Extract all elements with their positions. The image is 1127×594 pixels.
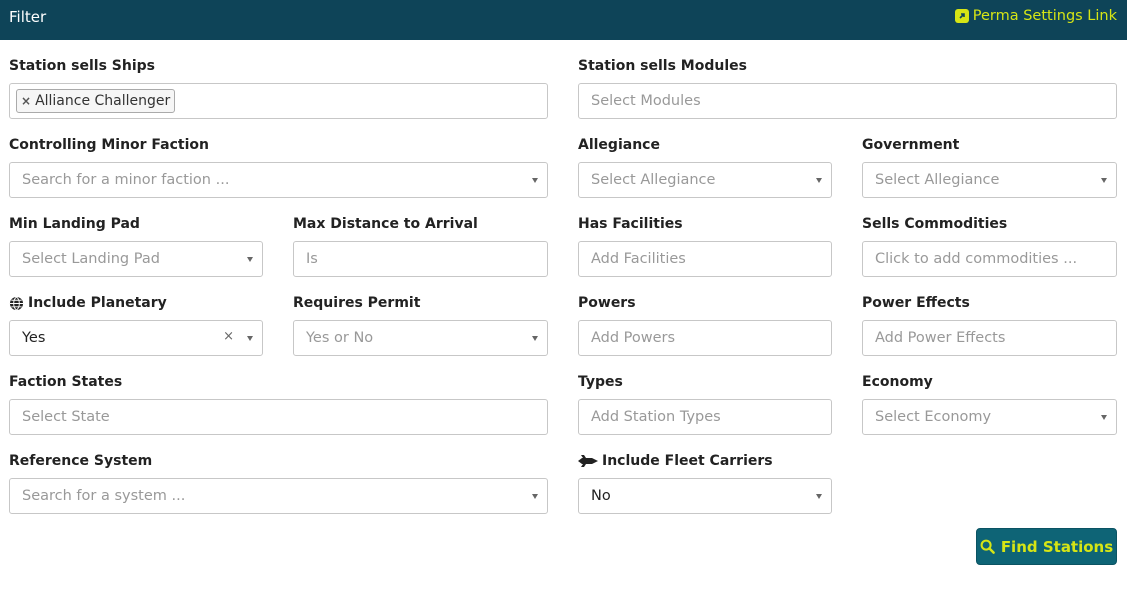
fleet-carriers-value: No [591,488,611,504]
planetary-select[interactable]: Yes × [9,320,263,356]
search-icon [980,539,995,554]
chevron-down-icon [816,494,822,499]
selected-ship-label: Alliance Challenger [35,93,171,109]
facilities-placeholder: Add Facilities [591,251,686,267]
planetary-value: Yes [22,330,46,346]
external-link-icon [954,9,969,23]
remove-tag-icon[interactable]: × [21,94,31,108]
economy-select[interactable]: Select Economy [862,399,1117,435]
powers-placeholder: Add Powers [591,330,676,346]
commodities-placeholder: Click to add commodities ... [875,251,1078,267]
chevron-down-icon [1101,415,1107,420]
reference-system-select[interactable]: Search for a system ... [9,478,548,514]
power-effects-placeholder: Add Power Effects [875,330,1006,346]
planetary-label-text: Include Planetary [28,295,167,311]
economy-label: Economy [862,374,933,390]
globe-icon [9,296,24,311]
economy-placeholder: Select Economy [875,409,992,425]
find-stations-button[interactable]: Find Stations [976,528,1117,565]
reference-system-label: Reference System [9,453,153,469]
permit-placeholder: Yes or No [306,330,374,346]
minor-faction-placeholder: Search for a minor faction ... [22,172,230,188]
power-effects-select[interactable]: Add Power Effects [862,320,1117,356]
landing-pad-select[interactable]: Select Landing Pad [9,241,263,277]
chevron-down-icon [532,336,538,341]
allegiance-label: Allegiance [578,137,660,153]
government-label: Government [862,137,960,153]
max-distance-input[interactable]: Is [293,241,548,277]
permit-select[interactable]: Yes or No [293,320,548,356]
ships-select[interactable]: × Alliance Challenger [9,83,548,119]
landing-pad-placeholder: Select Landing Pad [22,251,160,267]
fleet-carriers-select[interactable]: No [578,478,832,514]
max-distance-label: Max Distance to Arrival [293,216,478,232]
minor-faction-label: Controlling Minor Faction [9,137,209,153]
chevron-down-icon [247,257,253,262]
powers-select[interactable]: Add Powers [578,320,832,356]
filter-title: Filter [9,8,47,26]
faction-states-select[interactable]: Select State [9,399,548,435]
permit-label: Requires Permit [293,295,421,311]
perma-settings-link-label: Perma Settings Link [972,8,1117,24]
planetary-label: Include Planetary [9,295,167,311]
commodities-select[interactable]: Click to add commodities ... [862,241,1117,277]
chevron-down-icon [816,178,822,183]
fleet-carriers-label: Include Fleet Carriers [578,453,773,469]
faction-states-placeholder: Select State [22,409,110,425]
fleet-carriers-label-text: Include Fleet Carriers [602,453,773,469]
powers-label: Powers [578,295,636,311]
selected-ship-tag: × Alliance Challenger [16,89,176,113]
power-effects-label: Power Effects [862,295,970,311]
perma-settings-link[interactable]: Perma Settings Link [954,8,1117,24]
facilities-label: Has Facilities [578,216,683,232]
filter-header: Filter Perma Settings Link [0,0,1127,40]
chevron-down-icon [532,494,538,499]
modules-placeholder: Select Modules [591,93,701,109]
reference-system-placeholder: Search for a system ... [22,488,186,504]
allegiance-select[interactable]: Select Allegiance [578,162,832,198]
types-placeholder: Add Station Types [591,409,721,425]
ships-label: Station sells Ships [9,58,156,74]
find-stations-label: Find Stations [1000,537,1114,556]
facilities-select[interactable]: Add Facilities [578,241,832,277]
commodities-label: Sells Commodities [862,216,1008,232]
types-label: Types [578,374,623,390]
faction-states-label: Faction States [9,374,123,390]
types-select[interactable]: Add Station Types [578,399,832,435]
modules-select[interactable]: Select Modules [578,83,1117,119]
max-distance-placeholder: Is [306,251,318,267]
government-placeholder: Select Allegiance [875,172,1000,188]
minor-faction-select[interactable]: Search for a minor faction ... [9,162,548,198]
fleet-carrier-icon [578,455,598,467]
chevron-down-icon [1101,178,1107,183]
chevron-down-icon [532,178,538,183]
chevron-down-icon [247,336,253,341]
modules-label: Station sells Modules [578,58,747,74]
allegiance-placeholder: Select Allegiance [591,172,716,188]
government-select[interactable]: Select Allegiance [862,162,1117,198]
clear-icon[interactable]: × [223,329,234,344]
landing-pad-label: Min Landing Pad [9,216,140,232]
